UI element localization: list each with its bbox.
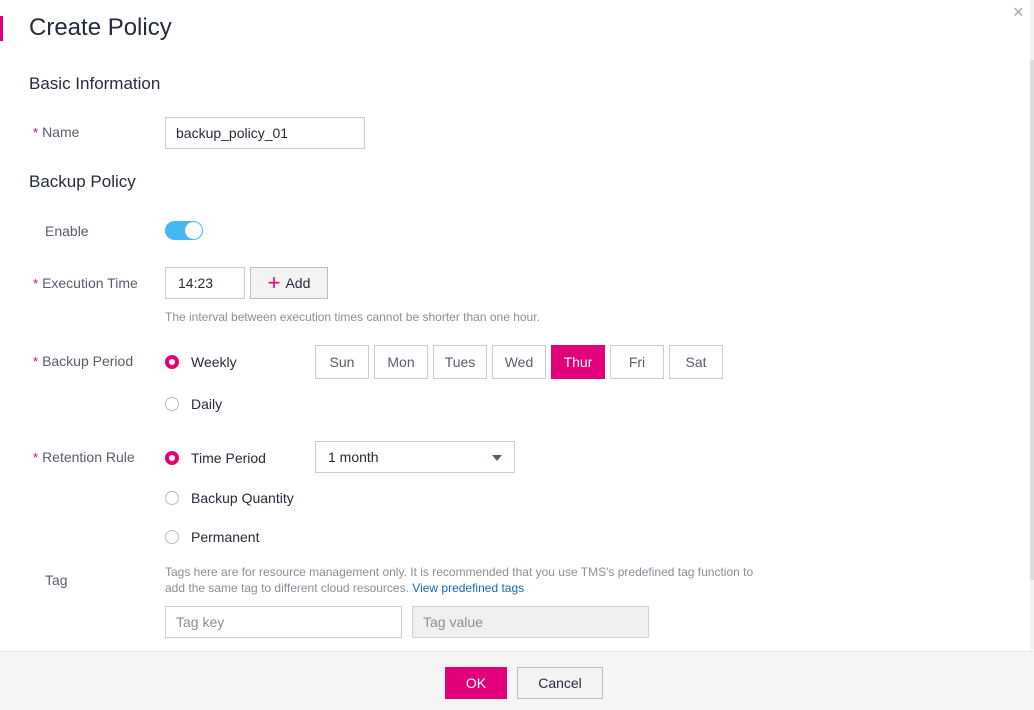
day-fri-button[interactable]: Fri [610, 345, 664, 379]
required-mark: * [33, 125, 39, 140]
enable-toggle[interactable] [165, 221, 203, 240]
day-wed-button[interactable]: Wed [492, 345, 546, 379]
tag-hint-text: add the same tag to different cloud reso… [165, 581, 409, 595]
title-accent-bar [0, 16, 3, 41]
name-input[interactable] [165, 117, 365, 149]
section-basic-information: Basic Information [29, 74, 161, 93]
time-period-select[interactable]: 1 month [315, 441, 515, 473]
ok-button[interactable]: OK [445, 667, 507, 699]
time-period-radio[interactable] [165, 451, 179, 465]
execution-time-label-group: * Execution Time [33, 275, 138, 291]
backup-period-label-group: * Backup Period [33, 353, 133, 369]
day-tues-button[interactable]: Tues [433, 345, 487, 379]
cancel-button[interactable]: Cancel [517, 667, 603, 699]
day-thur-button[interactable]: Thur [551, 345, 605, 379]
interval-hint: The interval between execution times can… [165, 310, 540, 324]
execution-time-input[interactable] [165, 267, 245, 299]
time-period-value: 1 month [328, 449, 379, 465]
required-mark: * [33, 354, 39, 369]
day-mon-button[interactable]: Mon [374, 345, 428, 379]
permanent-radio[interactable] [165, 530, 179, 544]
chevron-down-icon [492, 455, 502, 461]
tag-key-input[interactable] [165, 606, 402, 638]
name-label-group: * Name [33, 124, 79, 140]
required-mark: * [33, 450, 39, 465]
close-icon[interactable]: × [1013, 3, 1024, 21]
backup-period-label: Backup Period [42, 353, 134, 369]
daily-radio[interactable] [165, 397, 179, 411]
section-backup-policy: Backup Policy [29, 172, 136, 191]
plus-icon: + [267, 270, 281, 295]
time-period-label[interactable]: Time Period [191, 450, 266, 466]
backup-quantity-label[interactable]: Backup Quantity [191, 490, 294, 506]
tag-hint-line2: add the same tag to different cloud reso… [165, 580, 524, 596]
tag-hint-line1: Tags here are for resource management on… [165, 565, 754, 579]
retention-rule-label: Retention Rule [42, 449, 135, 465]
dialog-title: Create Policy [29, 14, 172, 41]
add-time-button[interactable]: + Add [250, 267, 328, 299]
add-button-label: Add [285, 275, 311, 291]
tag-label: Tag [45, 572, 68, 588]
execution-time-label: Execution Time [42, 275, 138, 291]
daily-label[interactable]: Daily [191, 396, 222, 412]
required-mark: * [33, 276, 39, 291]
tag-value-input[interactable] [412, 606, 649, 638]
weekly-radio[interactable] [165, 355, 179, 369]
day-sun-button[interactable]: Sun [315, 345, 369, 379]
toggle-knob [185, 222, 202, 239]
backup-quantity-radio[interactable] [165, 491, 179, 505]
scrollbar-thumb[interactable] [1030, 60, 1034, 580]
permanent-label[interactable]: Permanent [191, 529, 259, 545]
weekly-label[interactable]: Weekly [191, 354, 237, 370]
day-sat-button[interactable]: Sat [669, 345, 723, 379]
enable-label: Enable [45, 223, 89, 239]
view-predefined-tags-link[interactable]: View predefined tags [412, 581, 524, 595]
name-label: Name [42, 124, 80, 140]
retention-rule-label-group: * Retention Rule [33, 449, 135, 465]
